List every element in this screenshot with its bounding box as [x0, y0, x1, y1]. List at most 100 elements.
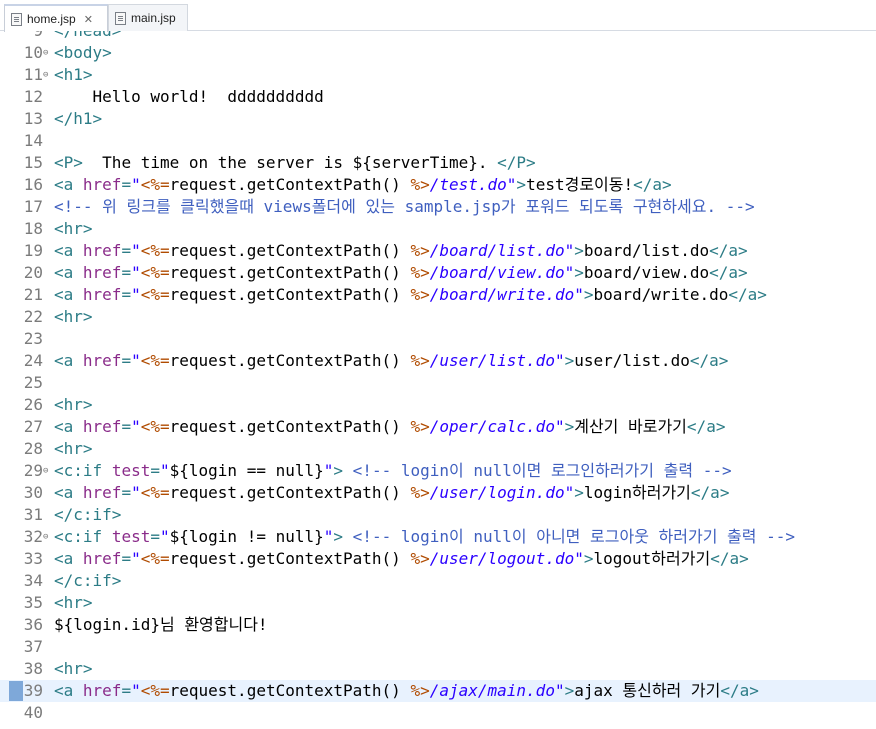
line-number: 35	[23, 593, 43, 612]
line-number: 11	[23, 65, 43, 84]
code-line[interactable]: 25	[0, 372, 876, 394]
line-number: 25	[23, 373, 43, 392]
line-number: 19	[23, 241, 43, 260]
code-line[interactable]: 35 <hr>	[0, 592, 876, 614]
line-number: 34	[23, 571, 43, 590]
code-text[interactable]: </h1>	[54, 108, 102, 130]
code-line[interactable]: 22 <hr>	[0, 306, 876, 328]
code-line[interactable]: 33 <a href="<%=request.getContextPath() %…	[0, 548, 876, 570]
code-line[interactable]: 10 ⊖ <body>	[0, 42, 876, 64]
code-text[interactable]: <!-- 위 링크를 클릭했을때 views폴더에 있는 sample.jsp가…	[54, 196, 755, 218]
tab-main-jsp[interactable]: main.jsp	[108, 4, 188, 31]
code-text[interactable]: <h1>	[54, 64, 93, 86]
code-line[interactable]: 11 ⊖ <h1>	[0, 64, 876, 86]
line-number: 16	[23, 175, 43, 194]
code-line[interactable]: 14	[0, 130, 876, 152]
code-line[interactable]: 26 <hr>	[0, 394, 876, 416]
code-text[interactable]: <a href="<%=request.getContextPath() %>/…	[54, 680, 759, 702]
code-line[interactable]: 32 ⊖ <c:if test="${login != null}"> <!-- l…	[0, 526, 876, 548]
code-line[interactable]: 37	[0, 636, 876, 658]
code-text[interactable]: <hr>	[54, 438, 93, 460]
fold-toggle-icon[interactable]: ⊖	[43, 460, 48, 482]
line-number: 20	[23, 263, 43, 282]
code-text[interactable]: <a href="<%=request.getContextPath() %>/…	[54, 240, 748, 262]
line-number: 40	[23, 703, 43, 722]
line-number: 21	[23, 285, 43, 304]
code-line[interactable]: 39 <a href="<%=request.getContextPath() %…	[0, 680, 876, 702]
code-text[interactable]: <c:if test="${login == null}"> <!-- logi…	[54, 460, 732, 482]
line-number: 36	[23, 615, 43, 634]
code-text[interactable]: ${login.id}님 환영합니다!	[54, 614, 268, 636]
line-number: 33	[23, 549, 43, 568]
code-text[interactable]: <a href="<%=request.getContextPath() %>/…	[54, 284, 767, 306]
code-line[interactable]: 20 <a href="<%=request.getContextPath() %…	[0, 262, 876, 284]
line-number: 15	[23, 153, 43, 172]
code-text[interactable]: <a href="<%=request.getContextPath() %>/…	[54, 548, 749, 570]
code-text[interactable]: <a href="<%=request.getContextPath() %>/…	[54, 350, 728, 372]
line-number: 10	[23, 43, 43, 62]
code-line[interactable]: 34 </c:if>	[0, 570, 876, 592]
fold-toggle-icon[interactable]: ⊖	[43, 42, 48, 64]
line-number: 38	[23, 659, 43, 678]
line-number: 39	[23, 681, 43, 700]
code-text[interactable]: <a href="<%=request.getContextPath() %>/…	[54, 262, 748, 284]
line-number: 30	[23, 483, 43, 502]
code-editor[interactable]: 9</head>10⊖<body>11⊖<h1>12 Hello world! …	[0, 31, 876, 729]
code-line[interactable]: 15 <P> The time on the server is ${server…	[0, 152, 876, 174]
line-number: 9	[10, 31, 43, 42]
code-text[interactable]: </c:if>	[54, 570, 121, 592]
code-line[interactable]: 24 <a href="<%=request.getContextPath() %…	[0, 350, 876, 372]
line-number: 17	[23, 197, 43, 216]
line-number: 24	[23, 351, 43, 370]
editor-tab-bar: home.jsp ✕ main.jsp	[0, 0, 876, 32]
code-line[interactable]: 23	[0, 328, 876, 350]
code-line[interactable]: 36 ${login.id}님 환영합니다!	[0, 614, 876, 636]
code-line[interactable]: 30 <a href="<%=request.getContextPath() %…	[0, 482, 876, 504]
line-number: 13	[23, 109, 43, 128]
code-text[interactable]: <a href="<%=request.getContextPath() %>/…	[54, 482, 729, 504]
code-line[interactable]: 29 ⊖ <c:if test="${login == null}"> <!-- l…	[0, 460, 876, 482]
code-line[interactable]: 27 <a href="<%=request.getContextPath() %…	[0, 416, 876, 438]
code-line[interactable]: 31 </c:if>	[0, 504, 876, 526]
line-number: 32	[23, 527, 43, 546]
line-number: 22	[23, 307, 43, 326]
code-line[interactable]: 13 </h1>	[0, 108, 876, 130]
code-line[interactable]: 28 <hr>	[0, 438, 876, 460]
code-text[interactable]: <hr>	[54, 394, 93, 416]
line-number: 23	[23, 329, 43, 348]
line-number: 31	[23, 505, 43, 524]
code-text[interactable]: </c:if>	[54, 504, 121, 526]
code-text[interactable]: <body>	[54, 42, 112, 64]
code-line[interactable]: 38 <hr>	[0, 658, 876, 680]
code-text[interactable]: <a href="<%=request.getContextPath() %>/…	[54, 416, 725, 438]
code-line[interactable]: 16 <a href="<%=request.getContextPath() %…	[0, 174, 876, 196]
line-number: 28	[23, 439, 43, 458]
code-line[interactable]: 18 <hr>	[0, 218, 876, 240]
line-number: 14	[23, 131, 43, 150]
code-line[interactable]: 40	[0, 702, 876, 724]
code-text[interactable]: <hr>	[54, 218, 93, 240]
code-line[interactable]: 12 Hello world! dddddddddd	[0, 86, 876, 108]
code-text[interactable]: <hr>	[54, 658, 93, 680]
line-number: 12	[23, 87, 43, 106]
code-text[interactable]: <P> The time on the server is ${serverTi…	[54, 152, 536, 174]
code-line[interactable]: 9 </head>	[0, 31, 876, 42]
code-text[interactable]: <c:if test="${login != null}"> <!-- logi…	[54, 526, 795, 548]
line-number: 26	[23, 395, 43, 414]
line-number: 37	[23, 637, 43, 656]
line-number: 29	[23, 461, 43, 480]
close-icon[interactable]: ✕	[84, 13, 93, 26]
tab-label: main.jsp	[131, 11, 176, 25]
line-number: 27	[23, 417, 43, 436]
fold-toggle-icon[interactable]: ⊖	[43, 526, 48, 548]
tab-home-jsp[interactable]: home.jsp ✕	[4, 4, 108, 32]
fold-toggle-icon[interactable]: ⊖	[43, 64, 48, 86]
code-line[interactable]: 17 <!-- 위 링크를 클릭했을때 views폴더에 있는 sample.js…	[0, 196, 876, 218]
code-line[interactable]: 21 <a href="<%=request.getContextPath() %…	[0, 284, 876, 306]
code-text[interactable]: <hr>	[54, 306, 93, 328]
code-text[interactable]: Hello world! dddddddddd	[54, 86, 324, 108]
code-text[interactable]: <hr>	[54, 592, 93, 614]
code-text[interactable]: </head>	[54, 31, 121, 42]
code-text[interactable]: <a href="<%=request.getContextPath() %>/…	[54, 174, 672, 196]
code-line[interactable]: 19 <a href="<%=request.getContextPath() %…	[0, 240, 876, 262]
